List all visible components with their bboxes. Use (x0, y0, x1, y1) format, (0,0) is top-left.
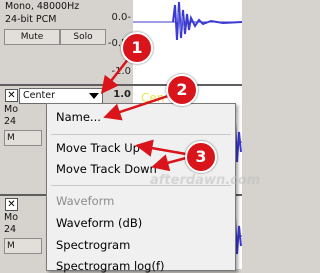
callout-badge-1: 1 (121, 32, 153, 64)
callout-badge-3: 3 (185, 141, 217, 173)
callout-arrow-2 (103, 94, 169, 121)
callout-arrow-1 (100, 57, 130, 94)
callout-arrows (100, 57, 187, 172)
callout-badge-2: 2 (166, 74, 198, 106)
callout-arrow-3b (151, 154, 187, 172)
callout-arrow-3a (135, 139, 187, 157)
